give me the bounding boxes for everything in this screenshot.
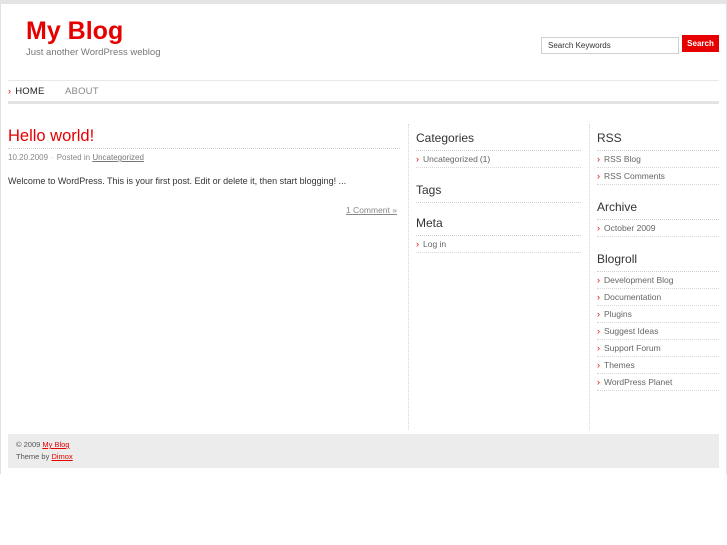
chevron-right-icon: › — [597, 275, 600, 285]
chevron-right-icon: › — [416, 154, 419, 164]
nav-item-label: HOME — [15, 86, 45, 97]
category-link[interactable]: Uncategorized — [423, 154, 478, 164]
blogroll-link[interactable]: Documentation — [604, 292, 661, 302]
category-count: (1) — [479, 154, 491, 164]
nav-item-about[interactable]: ABOUT — [65, 86, 99, 97]
post-title-divider — [8, 148, 400, 149]
list-item[interactable]: › Documentation — [597, 289, 719, 306]
chevron-right-icon: › — [597, 326, 600, 336]
widget-title: RSS — [597, 130, 719, 151]
list-item[interactable]: › Themes — [597, 357, 719, 374]
blogroll-link[interactable]: WordPress Planet — [604, 377, 672, 387]
search-input[interactable] — [541, 37, 679, 54]
list-item[interactable]: › Development Blog — [597, 272, 719, 289]
nav-item-label: ABOUT — [65, 86, 99, 97]
rss-blog-link[interactable]: RSS Blog — [604, 154, 641, 164]
footer-blog-link[interactable]: My Blog — [42, 440, 69, 449]
sidebar-right: RSS › RSS Blog › RSS Comments Archive › Oct… — [597, 130, 719, 391]
chevron-right-icon: › — [597, 154, 600, 164]
chevron-right-icon: › — [597, 309, 600, 319]
widget-title: Tags — [416, 182, 581, 203]
blog-tagline: Just another WordPress weblog — [26, 47, 161, 58]
post-title[interactable]: Hello world! — [8, 126, 400, 146]
chevron-right-icon: › — [597, 360, 600, 370]
list-item[interactable]: › Suggest Ideas — [597, 323, 719, 340]
list-item[interactable]: › Log in — [416, 236, 581, 253]
chevron-right-icon: › — [416, 239, 419, 249]
sidebar-left: Categories › Uncategorized (1) Tags Meta ›… — [416, 130, 581, 253]
list-item[interactable]: › Support Forum — [597, 340, 719, 357]
list-item[interactable]: › October 2009 — [597, 220, 719, 237]
blog-title[interactable]: My Blog — [26, 17, 123, 45]
chevron-right-icon: › — [597, 377, 600, 387]
copyright-text: © 2009 — [16, 440, 41, 449]
search-form: Search — [541, 35, 719, 54]
widget-rss: RSS › RSS Blog › RSS Comments — [597, 130, 719, 185]
widget-title: Archive — [597, 199, 719, 220]
list-item[interactable]: › RSS Comments — [597, 168, 719, 185]
blogroll-link[interactable]: Support Forum — [604, 343, 661, 353]
blogroll-link[interactable]: Development Blog — [604, 275, 673, 285]
column-divider — [408, 124, 409, 430]
theme-credit-text: Theme by — [16, 452, 50, 461]
list-item[interactable]: › Uncategorized (1) — [416, 151, 581, 168]
post-date: 10.20.2009 — [8, 153, 49, 162]
blogroll-link[interactable]: Themes — [604, 360, 635, 370]
widget-blogroll: Blogroll › Development Blog › Documentatio… — [597, 251, 719, 391]
widget-meta: Meta › Log in — [416, 215, 581, 253]
posted-in-label: Posted in — [56, 153, 91, 162]
chevron-right-icon: › — [597, 223, 600, 233]
post-comments-link[interactable]: 1 Comment » — [346, 205, 397, 215]
footer-credit: Theme by Dimox — [16, 452, 73, 461]
nav-divider — [8, 101, 719, 104]
widget-title: Categories — [416, 130, 581, 151]
chevron-right-icon: › — [597, 171, 600, 181]
rss-comments-link[interactable]: RSS Comments — [604, 171, 665, 181]
list-item[interactable]: › RSS Blog — [597, 151, 719, 168]
archive-link[interactable]: October 2009 — [604, 223, 656, 233]
blogroll-link[interactable]: Plugins — [604, 309, 632, 319]
list-item[interactable]: › WordPress Planet — [597, 374, 719, 391]
chevron-right-icon: › — [8, 86, 12, 96]
footer: © 2009 My Blog Theme by Dimox — [8, 434, 719, 468]
chevron-right-icon: › — [597, 343, 600, 353]
post-category-link[interactable]: Uncategorized — [92, 153, 144, 162]
search-button[interactable]: Search — [682, 35, 719, 52]
column-divider — [589, 124, 590, 430]
widget-tags: Tags — [416, 182, 581, 203]
meta-separator: · — [51, 153, 54, 162]
widget-categories: Categories › Uncategorized (1) — [416, 130, 581, 168]
page: My Blog Just another WordPress weblog Se… — [0, 0, 727, 545]
post-excerpt: Welcome to WordPress. This is your first… — [8, 176, 347, 186]
nav-item-home[interactable]: › HOME — [8, 86, 45, 97]
list-item[interactable]: › Plugins — [597, 306, 719, 323]
widget-archive: Archive › October 2009 — [597, 199, 719, 237]
chevron-right-icon: › — [597, 292, 600, 302]
post: Hello world! 10.20.2009 · Posted in Uncate… — [8, 126, 400, 215]
login-link[interactable]: Log in — [423, 239, 446, 249]
footer-copyright: © 2009 My Blog — [16, 440, 69, 449]
post-meta: 10.20.2009 · Posted in Uncategorized — [8, 153, 144, 162]
widget-title: Meta — [416, 215, 581, 236]
blogroll-link[interactable]: Suggest Ideas — [604, 326, 658, 336]
footer-theme-link[interactable]: Dimox — [51, 452, 72, 461]
widget-title: Blogroll — [597, 251, 719, 272]
